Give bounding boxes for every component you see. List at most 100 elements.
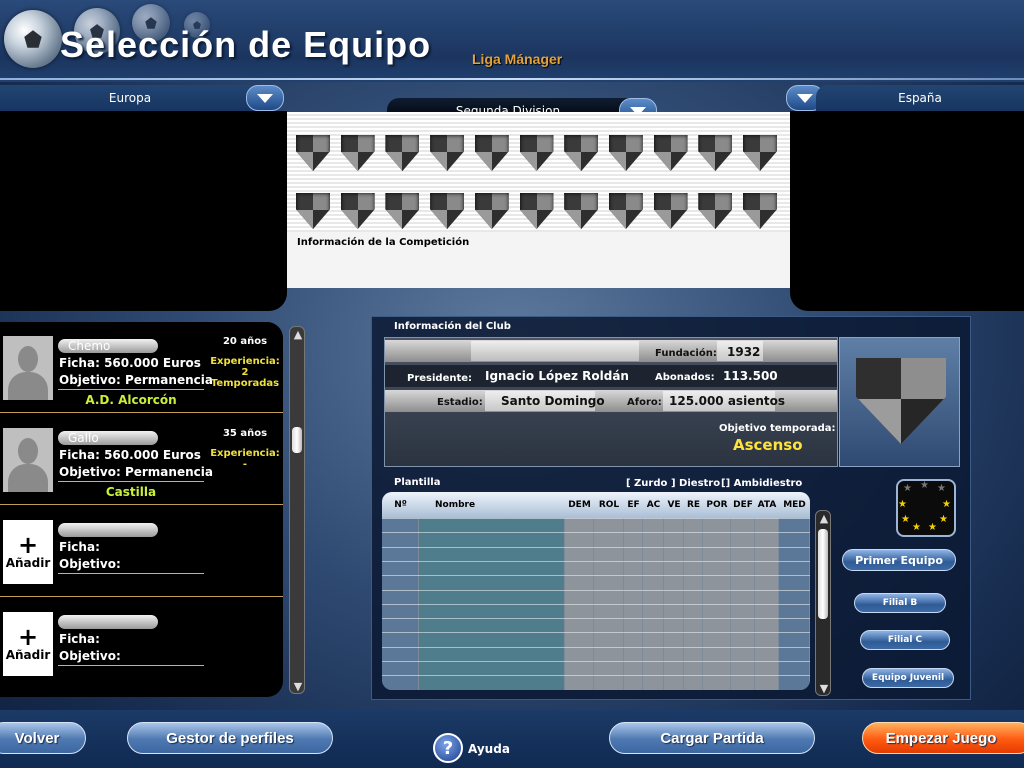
divider bbox=[0, 596, 283, 597]
back-button[interactable]: Volver bbox=[0, 722, 86, 754]
add-player-button[interactable]: + Añadir bbox=[3, 520, 53, 584]
members-label: Abonados: bbox=[655, 372, 715, 383]
player-card-empty[interactable]: + Añadir Ficha: Objetivo: bbox=[0, 598, 283, 689]
player-objective: Objetivo: bbox=[59, 557, 121, 571]
legend-both-feet: [] Ambidiestro bbox=[721, 478, 803, 489]
column-header[interactable]: RE bbox=[684, 500, 703, 510]
scroll-down-icon[interactable]: ▼ bbox=[290, 679, 306, 693]
table-row[interactable] bbox=[382, 589, 810, 591]
club-crest-box bbox=[839, 337, 960, 467]
column-header[interactable]: DEF bbox=[731, 500, 755, 510]
table-row[interactable] bbox=[382, 618, 810, 620]
plus-icon: + bbox=[17, 531, 39, 559]
load-game-button[interactable]: Cargar Partida bbox=[609, 722, 815, 754]
foundation-value: 1932 bbox=[727, 345, 761, 359]
chevron-down-icon bbox=[797, 93, 813, 103]
divider bbox=[0, 504, 283, 505]
squad-scrollbar[interactable]: ▲ ▼ bbox=[815, 510, 831, 696]
table-row[interactable] bbox=[382, 661, 810, 662]
column-header[interactable]: Nombre bbox=[419, 500, 565, 510]
filial-b-button[interactable]: Filial B bbox=[854, 593, 946, 613]
add-player-button[interactable]: + Añadir bbox=[3, 612, 53, 676]
country-list-panel[interactable] bbox=[790, 111, 1024, 311]
squad-table[interactable]: Nº Nombre DEM ROL EF AC VE RE POR DEF ATA MED bbox=[382, 492, 810, 690]
scroll-down-icon[interactable]: ▼ bbox=[816, 681, 832, 695]
player-fee: Ficha: bbox=[59, 540, 100, 554]
player-list: Chemo Ficha: 560.000 Euros Objetivo: Per… bbox=[0, 322, 283, 697]
column-header[interactable]: POR bbox=[703, 500, 731, 510]
player-card-empty[interactable]: + Añadir Ficha: Objetivo: bbox=[0, 506, 283, 597]
star-icon: ★ bbox=[912, 522, 921, 533]
region-list-panel[interactable] bbox=[0, 111, 287, 311]
player-card[interactable]: Gallo Ficha: 560.000 Euros Objetivo: Per… bbox=[0, 414, 283, 505]
squad-label: Plantilla bbox=[394, 477, 441, 488]
plus-icon: + bbox=[17, 623, 39, 651]
player-objective: Objetivo: bbox=[59, 649, 121, 663]
column-header[interactable]: DEM bbox=[565, 500, 594, 510]
avatar bbox=[3, 428, 53, 492]
profile-manager-button[interactable]: Gestor de perfiles bbox=[127, 722, 333, 754]
column-header[interactable]: AC bbox=[643, 500, 664, 510]
add-player-label: Añadir bbox=[5, 648, 51, 662]
avatar bbox=[3, 336, 53, 400]
table-row[interactable] bbox=[382, 632, 810, 634]
player-experience: Experiencia: - bbox=[210, 448, 280, 470]
help-icon[interactable]: ? bbox=[433, 733, 463, 763]
player-age: 20 años bbox=[222, 336, 268, 347]
table-row[interactable] bbox=[382, 675, 810, 677]
star-icon: ★ bbox=[920, 480, 929, 491]
header-divider bbox=[0, 78, 1024, 80]
column-header[interactable]: ATA bbox=[755, 500, 779, 510]
divider bbox=[58, 665, 204, 666]
player-team: A.D. Alcorcón bbox=[85, 393, 177, 407]
season-objective-value: Ascenso bbox=[733, 436, 803, 454]
capacity-value: 125.000 asientos bbox=[669, 394, 785, 408]
app-subtitle: Liga Mánager bbox=[472, 51, 563, 67]
column-header[interactable]: MED bbox=[779, 500, 810, 510]
star-icon: ★ bbox=[939, 514, 948, 525]
region-dropdown-button[interactable] bbox=[246, 85, 284, 111]
divider bbox=[58, 481, 204, 482]
column-header[interactable]: ROL bbox=[594, 500, 624, 510]
help-label[interactable]: Ayuda bbox=[468, 742, 510, 756]
eu-stars-emblem: ★ ★ ★ ★ ★ ★ ★ ★ ★ bbox=[896, 479, 956, 537]
column-header[interactable]: EF bbox=[624, 500, 643, 510]
column-header[interactable]: Nº bbox=[382, 500, 419, 510]
region-selector[interactable]: Europa bbox=[0, 85, 260, 111]
chevron-down-icon bbox=[257, 93, 273, 103]
player-list-scrollbar[interactable]: ▲ ▼ bbox=[289, 326, 305, 694]
first-team-button[interactable]: Primer Equipo bbox=[842, 549, 956, 571]
star-icon: ★ bbox=[901, 514, 910, 525]
table-row[interactable] bbox=[382, 575, 810, 577]
president-label: Presidente: bbox=[407, 373, 473, 384]
filial-c-button[interactable]: Filial C bbox=[860, 630, 950, 650]
region-selector-value: Europa bbox=[108, 91, 152, 105]
table-row[interactable] bbox=[382, 560, 810, 562]
scroll-thumb[interactable] bbox=[292, 427, 302, 453]
player-age: 35 años bbox=[222, 428, 268, 439]
star-icon: ★ bbox=[898, 499, 907, 510]
player-objective: Objetivo: Permanencia bbox=[59, 465, 213, 479]
table-row[interactable] bbox=[382, 532, 810, 534]
legend-right-foot: ] Diestro bbox=[671, 478, 721, 489]
star-icon: ★ bbox=[937, 483, 946, 494]
scroll-thumb[interactable] bbox=[818, 529, 828, 619]
player-fee: Ficha: bbox=[59, 632, 100, 646]
scroll-up-icon[interactable]: ▲ bbox=[816, 511, 832, 525]
player-card[interactable]: Chemo Ficha: 560.000 Euros Objetivo: Per… bbox=[0, 322, 283, 413]
player-name-bar bbox=[58, 615, 158, 629]
table-row[interactable] bbox=[382, 546, 810, 548]
youth-team-button[interactable]: Equipo Juvenil bbox=[862, 668, 954, 688]
table-row[interactable] bbox=[382, 518, 810, 519]
stadium-value: Santo Domingo bbox=[501, 394, 605, 408]
start-game-button[interactable]: Empezar Juego bbox=[862, 722, 1024, 754]
column-header[interactable]: VE bbox=[664, 500, 684, 510]
country-selector[interactable]: España bbox=[816, 85, 1024, 111]
player-name-bar bbox=[58, 523, 158, 537]
stadium-label: Estadio: bbox=[437, 397, 483, 408]
members-value: 113.500 bbox=[723, 369, 778, 383]
star-icon: ★ bbox=[928, 522, 937, 533]
table-row[interactable] bbox=[382, 646, 810, 648]
scroll-up-icon[interactable]: ▲ bbox=[290, 327, 306, 341]
table-row[interactable] bbox=[382, 603, 810, 605]
